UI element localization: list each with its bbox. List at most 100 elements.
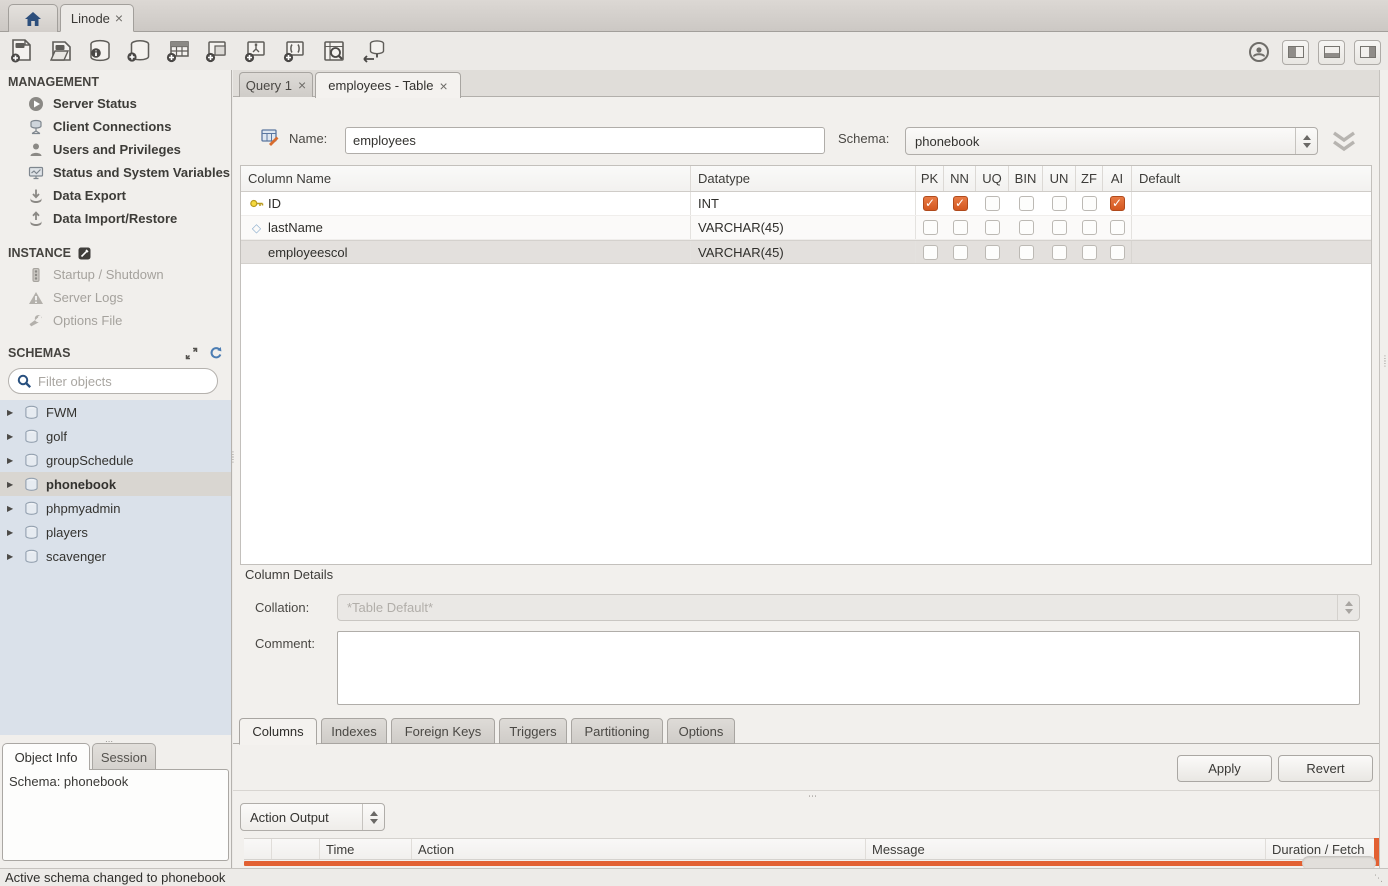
user-circle-icon[interactable] [1245,38,1273,66]
sidebar-item-data-import[interactable]: Data Import/Restore [0,207,231,230]
nn-checkbox[interactable]: ✓ [953,245,968,260]
close-icon[interactable]: × [115,11,123,25]
pk-checkbox[interactable]: ✓ [923,245,938,260]
zf-checkbox[interactable]: ✓ [1082,196,1097,211]
pk-checkbox[interactable]: ✓ [923,196,938,211]
tab-columns[interactable]: Columns [239,718,317,745]
comment-textarea[interactable] [337,631,1360,705]
ai-checkbox[interactable]: ✓ [1110,220,1125,235]
sidebar-item-users-privileges[interactable]: Users and Privileges [0,138,231,161]
un-checkbox[interactable]: ✓ [1052,220,1067,235]
bin-checkbox[interactable]: ✓ [1019,196,1034,211]
create-schema-icon[interactable] [125,37,153,65]
sidebar-item-startup-shutdown[interactable]: Startup / Shutdown [0,263,231,286]
tab-object-info[interactable]: Object Info [2,743,90,770]
column-header-name[interactable]: Column Name [241,166,691,191]
tab-query-1[interactable]: Query 1 × [239,72,313,97]
expand-header-chevron-icon[interactable] [1330,130,1358,152]
schema-row-phonebook[interactable]: ▶ phonebook [0,472,231,496]
close-icon[interactable]: × [298,78,306,92]
close-icon[interactable]: × [440,79,448,93]
expander-icon[interactable]: ▶ [7,456,17,465]
schema-row-golf[interactable]: ▶ golf [0,424,231,448]
column-header-action[interactable]: Action [412,839,866,859]
column-header-nn[interactable]: NN [944,166,976,191]
schema-row-scavenger[interactable]: ▶ scavenger [0,544,231,568]
apply-button[interactable]: Apply [1177,755,1272,782]
home-tab[interactable] [8,4,58,32]
uq-checkbox[interactable]: ✓ [985,220,1000,235]
toggle-sidebar-panel-button[interactable] [1282,40,1309,65]
connection-tab[interactable]: Linode × [60,4,134,32]
create-table-icon[interactable] [164,37,192,65]
inspect-database-icon[interactable] [86,37,114,65]
expander-icon[interactable]: ▶ [7,480,17,489]
expander-icon[interactable]: ▶ [7,432,17,441]
search-table-data-icon[interactable] [320,37,348,65]
expander-icon[interactable]: ▶ [7,504,17,513]
column-header-time[interactable]: Time [320,839,412,859]
bin-checkbox[interactable]: ✓ [1019,220,1034,235]
schema-row-groupSchedule[interactable]: ▶ groupSchedule [0,448,231,472]
open-sql-script-icon[interactable] [47,37,75,65]
tab-foreign-keys[interactable]: Foreign Keys [391,718,495,744]
nn-checkbox[interactable]: ✓ [953,220,968,235]
column-header-ai[interactable]: AI [1103,166,1132,191]
collation-dropdown[interactable]: *Table Default* [337,594,1360,621]
column-header-pk[interactable]: PK [916,166,944,191]
schema-row-phpmyadmin[interactable]: ▶ phpmyadmin [0,496,231,520]
tab-employees-table[interactable]: employees - Table × [315,72,461,98]
schema-filter-input[interactable] [38,374,214,389]
column-header-default[interactable]: Default [1132,166,1371,191]
column-header-zf[interactable]: ZF [1076,166,1103,191]
sidebar-horizontal-splitter[interactable]: ⋯ [0,735,231,743]
sidebar-item-server-status[interactable]: Server Status [0,92,231,115]
toggle-right-panel-button[interactable] [1354,40,1381,65]
spinner-icon[interactable] [362,804,384,830]
create-view-icon[interactable] [203,37,231,65]
sidebar-item-status-system-variables[interactable]: Status and System Variables [0,161,231,184]
uq-checkbox[interactable]: ✓ [985,196,1000,211]
refresh-schemas-icon[interactable] [208,346,223,360]
spinner-icon[interactable] [1295,128,1317,154]
tab-partitioning[interactable]: Partitioning [571,718,663,744]
column-header-uq[interactable]: UQ [976,166,1009,191]
create-procedure-icon[interactable] [242,37,270,65]
right-panel-splitter[interactable]: ⋮⋮ [1379,70,1388,868]
schema-dropdown[interactable]: phonebook [905,127,1318,155]
schema-row-players[interactable]: ▶ players [0,520,231,544]
column-header-un[interactable]: UN [1043,166,1076,191]
column-header-datatype[interactable]: Datatype [691,166,916,191]
table-row-lastname[interactable]: ◇ lastName VARCHAR(45) ✓ ✓ ✓ ✓ ✓ ✓ ✓ [241,216,1371,240]
tab-session[interactable]: Session [92,743,156,770]
output-horizontal-splitter[interactable]: ⋯ [233,790,1379,800]
window-resize-grip[interactable]: ⋱ [1374,873,1384,884]
toggle-bottom-panel-button[interactable] [1318,40,1345,65]
default-value-cell[interactable] [1132,216,1371,239]
zf-checkbox[interactable]: ✓ [1082,220,1097,235]
table-name-input[interactable] [345,127,825,154]
sidebar-item-options-file[interactable]: Options File [0,309,231,332]
table-row-employeescol[interactable]: employeescol VARCHAR(45) ✓ ✓ ✓ ✓ ✓ ✓ ✓ [241,240,1371,264]
ai-checkbox[interactable]: ✓ [1110,196,1125,211]
tab-options[interactable]: Options [667,718,735,744]
action-output-selector[interactable]: Action Output [240,803,385,831]
column-header-message[interactable]: Message [866,839,1266,859]
zf-checkbox[interactable]: ✓ [1082,245,1097,260]
expand-panel-icon[interactable] [185,347,198,360]
tab-triggers[interactable]: Triggers [499,718,567,744]
un-checkbox[interactable]: ✓ [1052,196,1067,211]
un-checkbox[interactable]: ✓ [1052,245,1067,260]
uq-checkbox[interactable]: ✓ [985,245,1000,260]
expander-icon[interactable]: ▶ [7,528,17,537]
revert-button[interactable]: Revert [1278,755,1373,782]
create-function-icon[interactable] [281,37,309,65]
nn-checkbox[interactable]: ✓ [953,196,968,211]
tab-indexes[interactable]: Indexes [321,718,387,744]
sidebar-item-client-connections[interactable]: Client Connections [0,115,231,138]
sidebar-item-server-logs[interactable]: Server Logs [0,286,231,309]
sidebar-vertical-splitter[interactable]: ⋮⋮ [229,452,237,462]
ai-checkbox[interactable]: ✓ [1110,245,1125,260]
column-header-bin[interactable]: BIN [1009,166,1043,191]
reconnect-dbms-icon[interactable] [359,37,387,65]
